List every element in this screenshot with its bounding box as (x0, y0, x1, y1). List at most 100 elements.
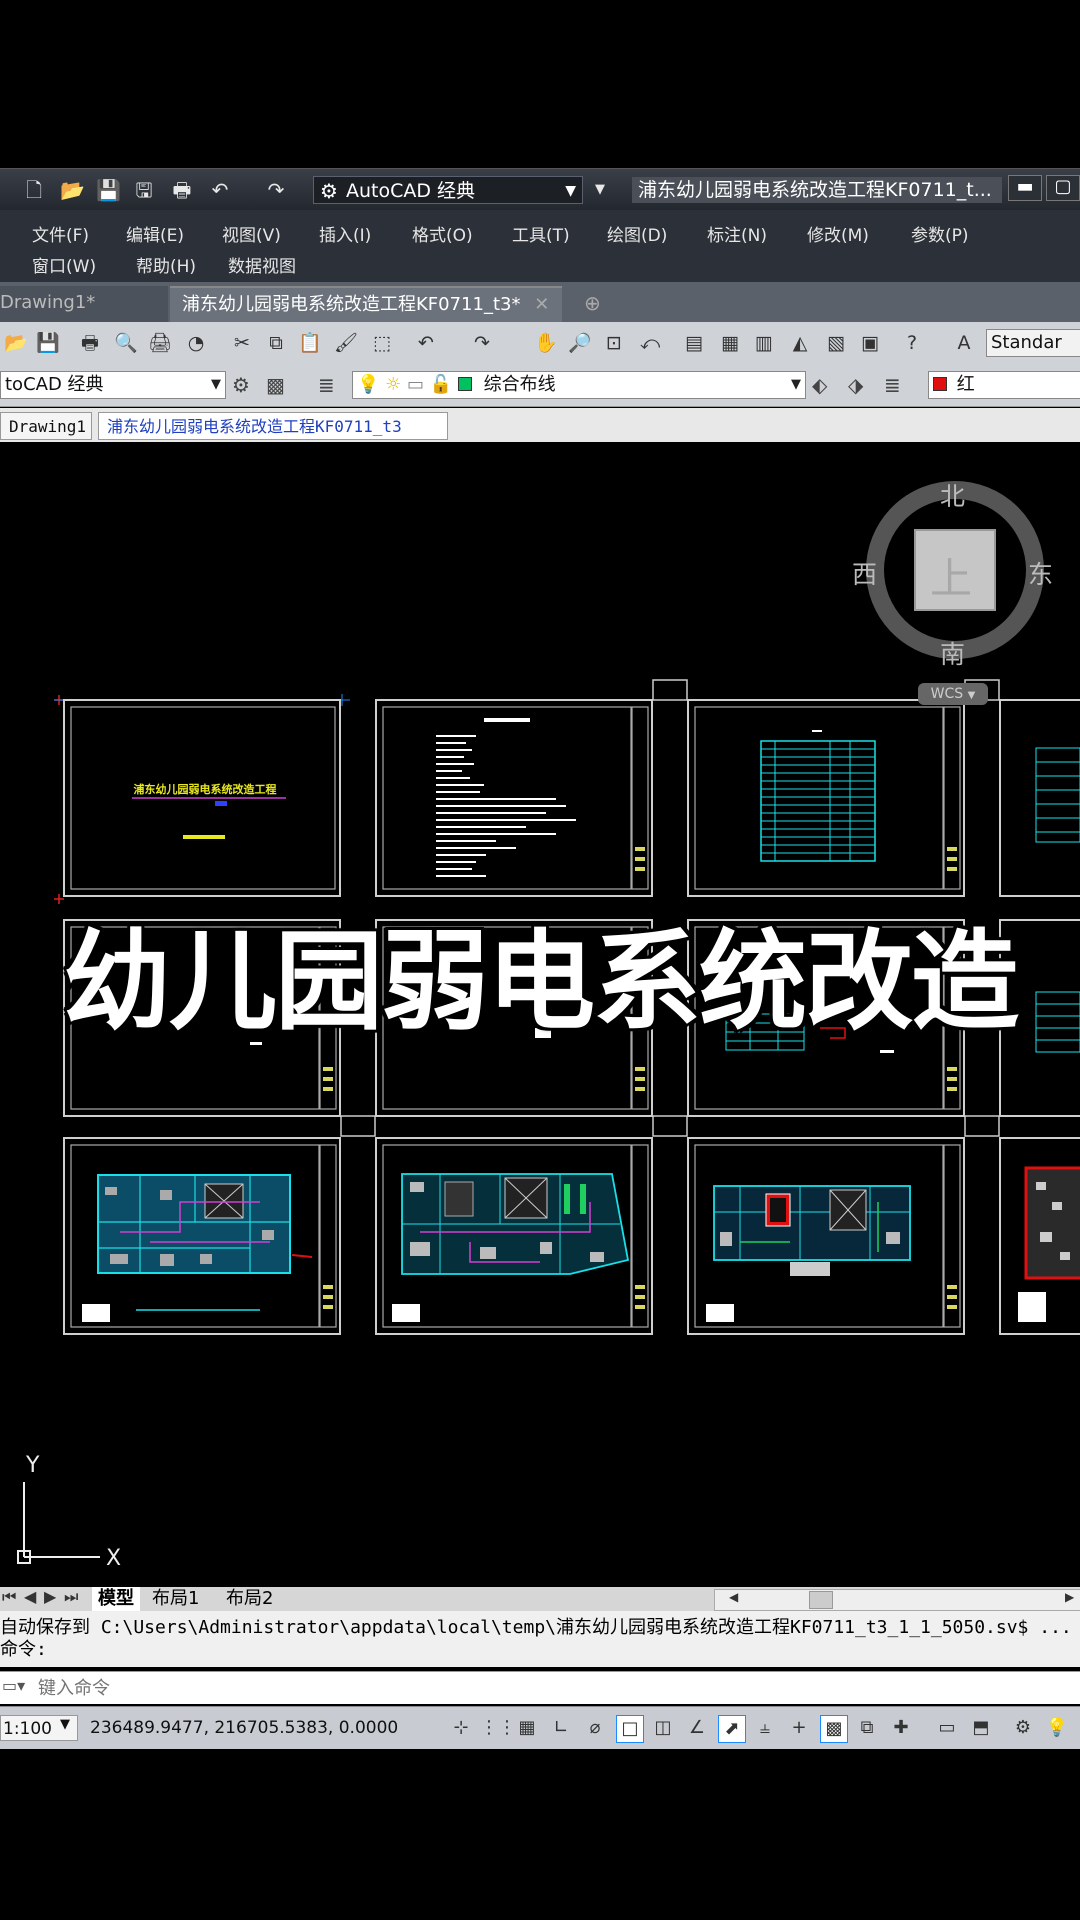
zoom-previous-icon[interactable]: ⤺ (638, 331, 662, 355)
save-icon[interactable]: 💾 (96, 178, 121, 202)
polar-tracking-icon[interactable]: ⌀ (582, 1715, 608, 1741)
menu-file[interactable]: 文件(F) (32, 221, 89, 246)
scroll-left-icon[interactable]: ◀ (729, 1590, 738, 1604)
compass-east[interactable]: 东 (1028, 555, 1053, 591)
wcs-menu-button[interactable]: WCS ▼ (918, 683, 988, 705)
zoom-realtime-icon[interactable]: 🔎 (568, 331, 592, 355)
cut-icon[interactable]: ✂ (230, 331, 254, 355)
menu-parametric[interactable]: 参数(P) (911, 221, 969, 246)
menu-insert[interactable]: 插入(I) (319, 221, 371, 246)
undo-icon[interactable]: ↶ (414, 331, 438, 355)
command-input[interactable] (36, 1674, 1040, 1702)
horizontal-scrollbar[interactable]: ◀ ▶ (714, 1589, 1080, 1611)
grid-icon[interactable]: ▦ (514, 1715, 540, 1741)
calculator-icon[interactable]: ▣ (858, 331, 882, 355)
annotation-monitor-icon[interactable]: ✚ (888, 1715, 914, 1741)
menu-format[interactable]: 格式(O) (412, 221, 473, 246)
dynamic-input-icon[interactable]: ⬈ (718, 1715, 746, 1743)
layer-properties-icon[interactable]: ≣ (318, 373, 335, 397)
color-select[interactable]: 红 (928, 371, 1080, 399)
gear-icon[interactable]: ⚙ (232, 373, 250, 397)
open-icon[interactable]: 📂 (60, 178, 85, 202)
menu-tools[interactable]: 工具(T) (512, 221, 570, 246)
copy-icon[interactable]: ⧉ (264, 331, 288, 355)
redo-icon[interactable]: ↷ (264, 178, 288, 202)
lineweight-icon[interactable]: ⫨ (752, 1715, 778, 1741)
menu-modify[interactable]: 修改(M) (807, 221, 869, 246)
layer-select[interactable]: 💡 ☼ ▭ 🔓 综合布线 ▼ (352, 371, 806, 399)
3d-osnap-icon[interactable]: ◫ (650, 1715, 676, 1741)
save-icon[interactable]: 💾 (36, 331, 60, 355)
viewcube[interactable]: 北 南 东 西 上 WCS ▼ (852, 475, 1053, 705)
last-tab-icon[interactable]: ⏭ (64, 1587, 78, 1607)
object-snap-icon[interactable]: □ (616, 1715, 644, 1743)
menu-data-view[interactable]: 数据视图 (228, 252, 296, 277)
markup-icon[interactable]: ▧ (824, 331, 848, 355)
chevron-down-icon[interactable]: ▼ (60, 1717, 70, 1732)
customize-dropdown-icon[interactable]: ▼ (588, 178, 612, 202)
properties-icon[interactable]: ▤ (682, 331, 706, 355)
redo-icon[interactable]: ↷ (470, 331, 494, 355)
text-style-icon[interactable]: A (952, 331, 976, 355)
coordinates-readout[interactable]: 236489.9477, 216705.5383, 0.0000 (90, 1715, 440, 1741)
viewcube-face-top[interactable]: 上 (930, 545, 972, 606)
layer-states-icon[interactable]: ≣ (884, 373, 901, 397)
help-icon[interactable]: ? (900, 331, 924, 355)
paste-icon[interactable]: 📋 (298, 331, 322, 355)
save-as-icon[interactable]: 🖫 (132, 178, 156, 202)
minimize-button[interactable]: ▬ (1008, 175, 1042, 201)
layer-previous-icon[interactable]: ⬗ (848, 373, 863, 397)
model-space-icon[interactable]: ▭ (934, 1715, 960, 1741)
first-tab-icon[interactable]: ⏮ (2, 1587, 16, 1607)
new-tab-button[interactable]: ⊕ (572, 286, 608, 322)
compass-west[interactable]: 西 (852, 555, 877, 591)
file-tab-drawing1[interactable]: Drawing1 (0, 412, 92, 440)
zoom-window-icon[interactable]: ⊡ (602, 331, 626, 355)
command-menu-icon[interactable]: ▭▾ (2, 1676, 25, 1695)
pan-icon[interactable]: ✋ (534, 331, 558, 355)
maximize-button[interactable]: ▢ (1046, 175, 1080, 201)
menu-draw[interactable]: 绘图(D) (607, 221, 667, 246)
dynamic-ucs-icon[interactable]: ∠ (684, 1715, 710, 1741)
quick-properties-icon[interactable]: ▩ (820, 1715, 848, 1743)
scroll-thumb[interactable] (809, 1591, 833, 1609)
workspace-icon[interactable]: ▩ (266, 373, 285, 397)
tab-drawing1[interactable]: Drawing1* (0, 286, 168, 322)
undo-icon[interactable]: ↶ (208, 178, 232, 202)
compass-south[interactable]: 南 (940, 635, 965, 671)
tab-current-drawing[interactable]: 浦东幼儿园弱电系统改造工程KF0711_t3* ✕ (170, 286, 562, 322)
tab-layout2[interactable]: 布局2 (226, 1587, 273, 1611)
snap-mode-icon[interactable]: ⋮⋮ (480, 1715, 516, 1741)
transparency-icon[interactable]: + (786, 1715, 812, 1741)
menu-help[interactable]: 帮助(H) (136, 252, 196, 277)
close-icon[interactable]: ✕ (534, 294, 549, 315)
lightbulb-icon[interactable]: 💡 (1044, 1715, 1070, 1741)
3d-dwf-icon[interactable]: ◔ (184, 331, 208, 355)
quick-view-layouts-icon[interactable]: ⬒ (968, 1715, 994, 1741)
compass-north[interactable]: 北 (940, 477, 965, 513)
workspace-select[interactable]: ⚙ AutoCAD 经典 ▼ (313, 176, 583, 204)
plot-icon[interactable]: 🖶 (78, 331, 102, 355)
selection-cycling-icon[interactable]: ⧉ (854, 1715, 880, 1741)
open-icon[interactable]: 📂 (4, 331, 28, 355)
menu-view[interactable]: 视图(V) (222, 221, 281, 246)
scroll-right-icon[interactable]: ▶ (1065, 1590, 1074, 1604)
menu-window[interactable]: 窗口(W) (32, 252, 96, 277)
match-properties-icon[interactable]: 🖌 (334, 331, 358, 355)
publish-icon[interactable]: 🖨 (148, 331, 172, 355)
workspace-switch-icon[interactable]: ⚙ (1010, 1715, 1036, 1741)
ortho-icon[interactable]: ∟ (548, 1715, 574, 1741)
infer-constraints-icon[interactable]: ⊹ (448, 1715, 474, 1741)
design-center-icon[interactable]: ▦ (718, 331, 742, 355)
block-editor-icon[interactable]: ⬚ (370, 331, 394, 355)
next-tab-icon[interactable]: ▶ (44, 1587, 56, 1606)
tab-layout1[interactable]: 布局1 (152, 1587, 199, 1611)
make-current-icon[interactable]: ⬖ (812, 373, 827, 397)
previous-tab-icon[interactable]: ◀ (24, 1587, 36, 1606)
workspace-select[interactable]: toCAD 经典 ▼ (0, 371, 226, 399)
new-icon[interactable]: 🗋 (22, 178, 46, 202)
file-tab-current[interactable]: 浦东幼儿园弱电系统改造工程KF0711_t3 (98, 412, 448, 440)
tab-model[interactable]: 模型 (92, 1587, 140, 1613)
menu-edit[interactable]: 编辑(E) (126, 221, 184, 246)
print-icon[interactable]: 🖶 (170, 178, 194, 202)
